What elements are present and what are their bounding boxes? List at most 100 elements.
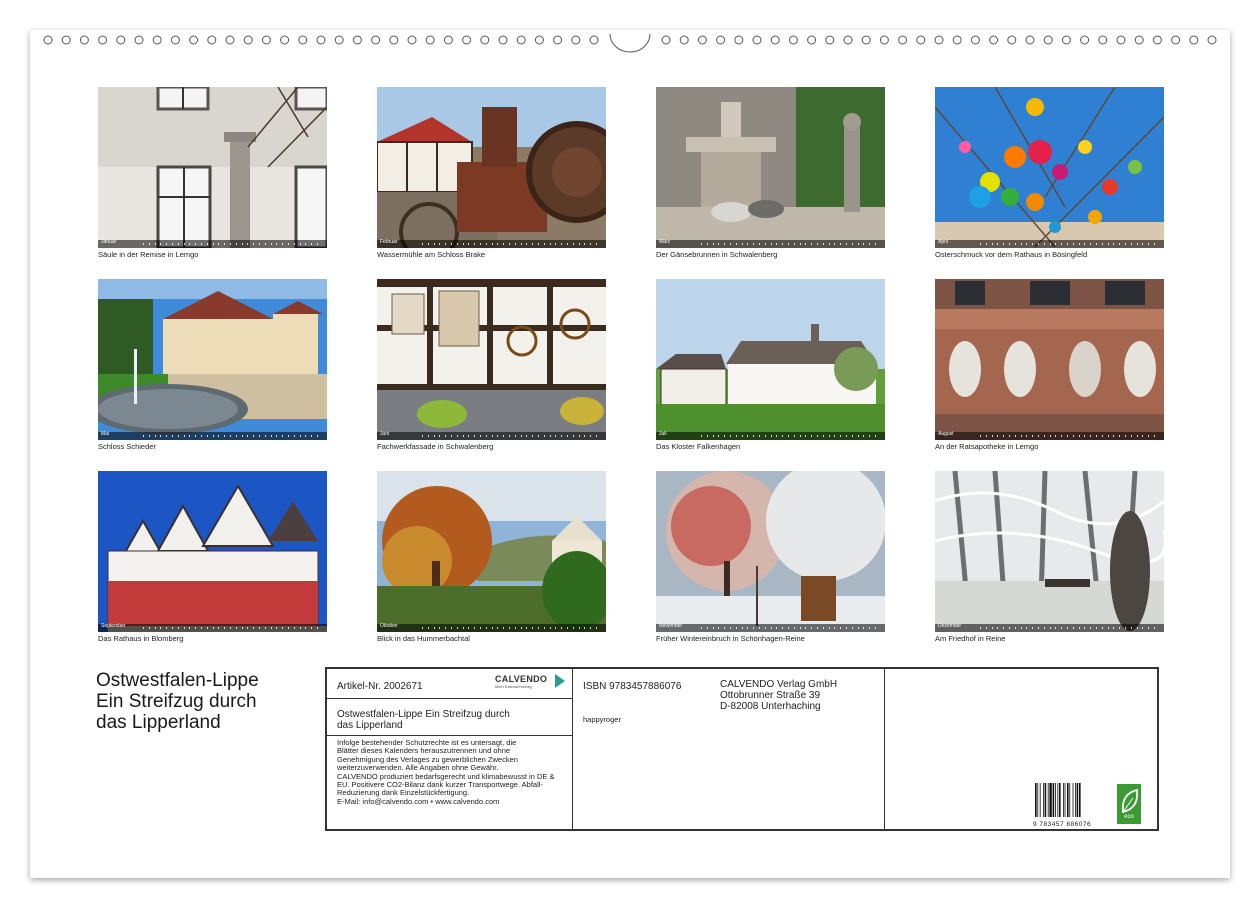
barcode-bar bbox=[1035, 783, 1037, 817]
binding-hole bbox=[879, 35, 889, 45]
article-number: Artikel-Nr. 2002671 bbox=[337, 681, 423, 692]
calendar-title: Ostwestfalen-Lippe Ein Streifzug durch d… bbox=[96, 670, 259, 733]
binding-hole bbox=[425, 35, 435, 45]
barcode-bar bbox=[1047, 783, 1049, 817]
imprint-column-right: 9 783457 886076 eco bbox=[885, 669, 1157, 829]
binding-hole bbox=[134, 35, 144, 45]
photo-caption: Das Rathaus in Blomberg bbox=[98, 634, 184, 643]
binding-hole bbox=[807, 35, 817, 45]
photo-09-town-hall: September bbox=[98, 471, 327, 632]
imprint-box: Artikel-Nr. 2002671 CALVENDO Mein Kalend… bbox=[325, 667, 1159, 831]
binding-hole bbox=[498, 35, 508, 45]
binding-hole bbox=[280, 35, 290, 45]
binding-hole bbox=[861, 35, 871, 45]
binding-hole bbox=[589, 35, 599, 45]
binding-hole bbox=[1189, 35, 1199, 45]
binding-hole bbox=[916, 35, 926, 45]
photo-12-frost-cemetery: Dezember bbox=[935, 471, 1164, 632]
binding-hole bbox=[443, 35, 453, 45]
binding-hole bbox=[1152, 35, 1162, 45]
binding-hole bbox=[788, 35, 798, 45]
binding-hole bbox=[298, 35, 308, 45]
barcode-bar bbox=[1052, 783, 1055, 817]
barcode-bar bbox=[1063, 783, 1064, 817]
barcode-bar bbox=[1044, 783, 1047, 817]
binding-hole bbox=[316, 35, 326, 45]
binding-hole bbox=[825, 35, 835, 45]
binding-hole bbox=[553, 35, 563, 45]
binding-hole bbox=[697, 35, 707, 45]
binding-hole bbox=[679, 35, 689, 45]
photo-10-valley: Oktober bbox=[377, 471, 606, 632]
binding-hole bbox=[207, 35, 217, 45]
binding-hole bbox=[1134, 35, 1144, 45]
photo-caption: Fachwerkfassade in Schwalenberg bbox=[377, 442, 494, 451]
isbn: ISBN 9783457886076 bbox=[583, 681, 682, 692]
photo-08-pharmacy-reliefs: August bbox=[935, 279, 1164, 440]
barcode-bar bbox=[1049, 783, 1052, 817]
calendar-back-page: Januar Säule in der Remise in Lemgo Febr… bbox=[30, 30, 1230, 878]
calvendo-logo: CALVENDO Mein Kalenderverlag bbox=[495, 674, 548, 689]
binding-hole bbox=[407, 35, 417, 45]
photo-caption: Das Kloster Falkenhagen bbox=[656, 442, 741, 451]
binding-hole bbox=[716, 35, 726, 45]
photo-caption: An der Ratsapotheke in Lemgo bbox=[935, 442, 1039, 451]
binding-hole bbox=[1116, 35, 1126, 45]
title-line: das Lipperland bbox=[96, 712, 221, 733]
photo-07-monastery: Juli bbox=[656, 279, 885, 440]
binding-hole bbox=[243, 35, 253, 45]
binding-hole bbox=[352, 35, 362, 45]
binding-hole bbox=[389, 35, 399, 45]
eco-badge: eco bbox=[1117, 784, 1141, 824]
photo-03-goose-fountain: März bbox=[656, 87, 885, 248]
photo-01-column: Januar bbox=[98, 87, 327, 248]
isbn-barcode: 9 783457 886076 bbox=[1033, 783, 1097, 828]
binding-hole bbox=[989, 35, 999, 45]
binding-hole bbox=[1207, 35, 1217, 45]
photo-caption: Blick in das Hummerbachtal bbox=[377, 634, 470, 643]
barcode-bar bbox=[1059, 783, 1061, 817]
legal-line: E-Mail: info@calvendo.com • www.calvendo… bbox=[337, 796, 500, 806]
barcode-bar bbox=[1079, 783, 1081, 817]
binding-hole bbox=[98, 35, 108, 45]
barcode-bar bbox=[1057, 783, 1059, 817]
binding-hole bbox=[43, 35, 53, 45]
binding-hole bbox=[934, 35, 944, 45]
binding-hole bbox=[952, 35, 962, 45]
binding-hole bbox=[1025, 35, 1035, 45]
binding-hole bbox=[225, 35, 235, 45]
binding-hole bbox=[1043, 35, 1053, 45]
binding-hole bbox=[261, 35, 271, 45]
binding-hole bbox=[752, 35, 762, 45]
binding-hole bbox=[534, 35, 544, 45]
binding-hole bbox=[189, 35, 199, 45]
binding-hole bbox=[1171, 35, 1181, 45]
legal-notice: Infolge bestehender Schutzrechte ist es … bbox=[337, 738, 554, 806]
binding-hole bbox=[770, 35, 780, 45]
spiral-binding bbox=[30, 34, 1230, 53]
binding-hole bbox=[116, 35, 126, 45]
barcode-bar bbox=[1076, 783, 1079, 817]
binding-hole bbox=[516, 35, 526, 45]
barcode-bar bbox=[1043, 783, 1044, 817]
binding-hole bbox=[661, 35, 671, 45]
photo-05-palace: Mai bbox=[98, 279, 327, 440]
imprint-column-middle: ISBN 9783457886076 happyroger CALVENDO V… bbox=[573, 669, 885, 829]
photo-caption: Osterschmuck vor dem Rathaus in Bösingfe… bbox=[935, 250, 1088, 259]
binding-hole bbox=[152, 35, 162, 45]
photo-02-watermill: Februar bbox=[377, 87, 606, 248]
binding-hole bbox=[843, 35, 853, 45]
binding-hole bbox=[571, 35, 581, 45]
binding-hole bbox=[371, 35, 381, 45]
photo-caption: Am Friedhof in Reine bbox=[935, 634, 1006, 643]
barcode-bar bbox=[1037, 783, 1039, 817]
photo-caption: Schloss Schieder bbox=[98, 442, 156, 451]
binding-hole bbox=[480, 35, 490, 45]
hanger-notch bbox=[609, 34, 651, 53]
logo-mark-icon bbox=[555, 674, 565, 688]
binding-hole bbox=[1080, 35, 1090, 45]
binding-hole bbox=[1007, 35, 1017, 45]
photo-06-halftimber-facade: Juni bbox=[377, 279, 606, 440]
barcode-bar bbox=[1075, 783, 1076, 817]
barcode-bar bbox=[1055, 783, 1056, 817]
